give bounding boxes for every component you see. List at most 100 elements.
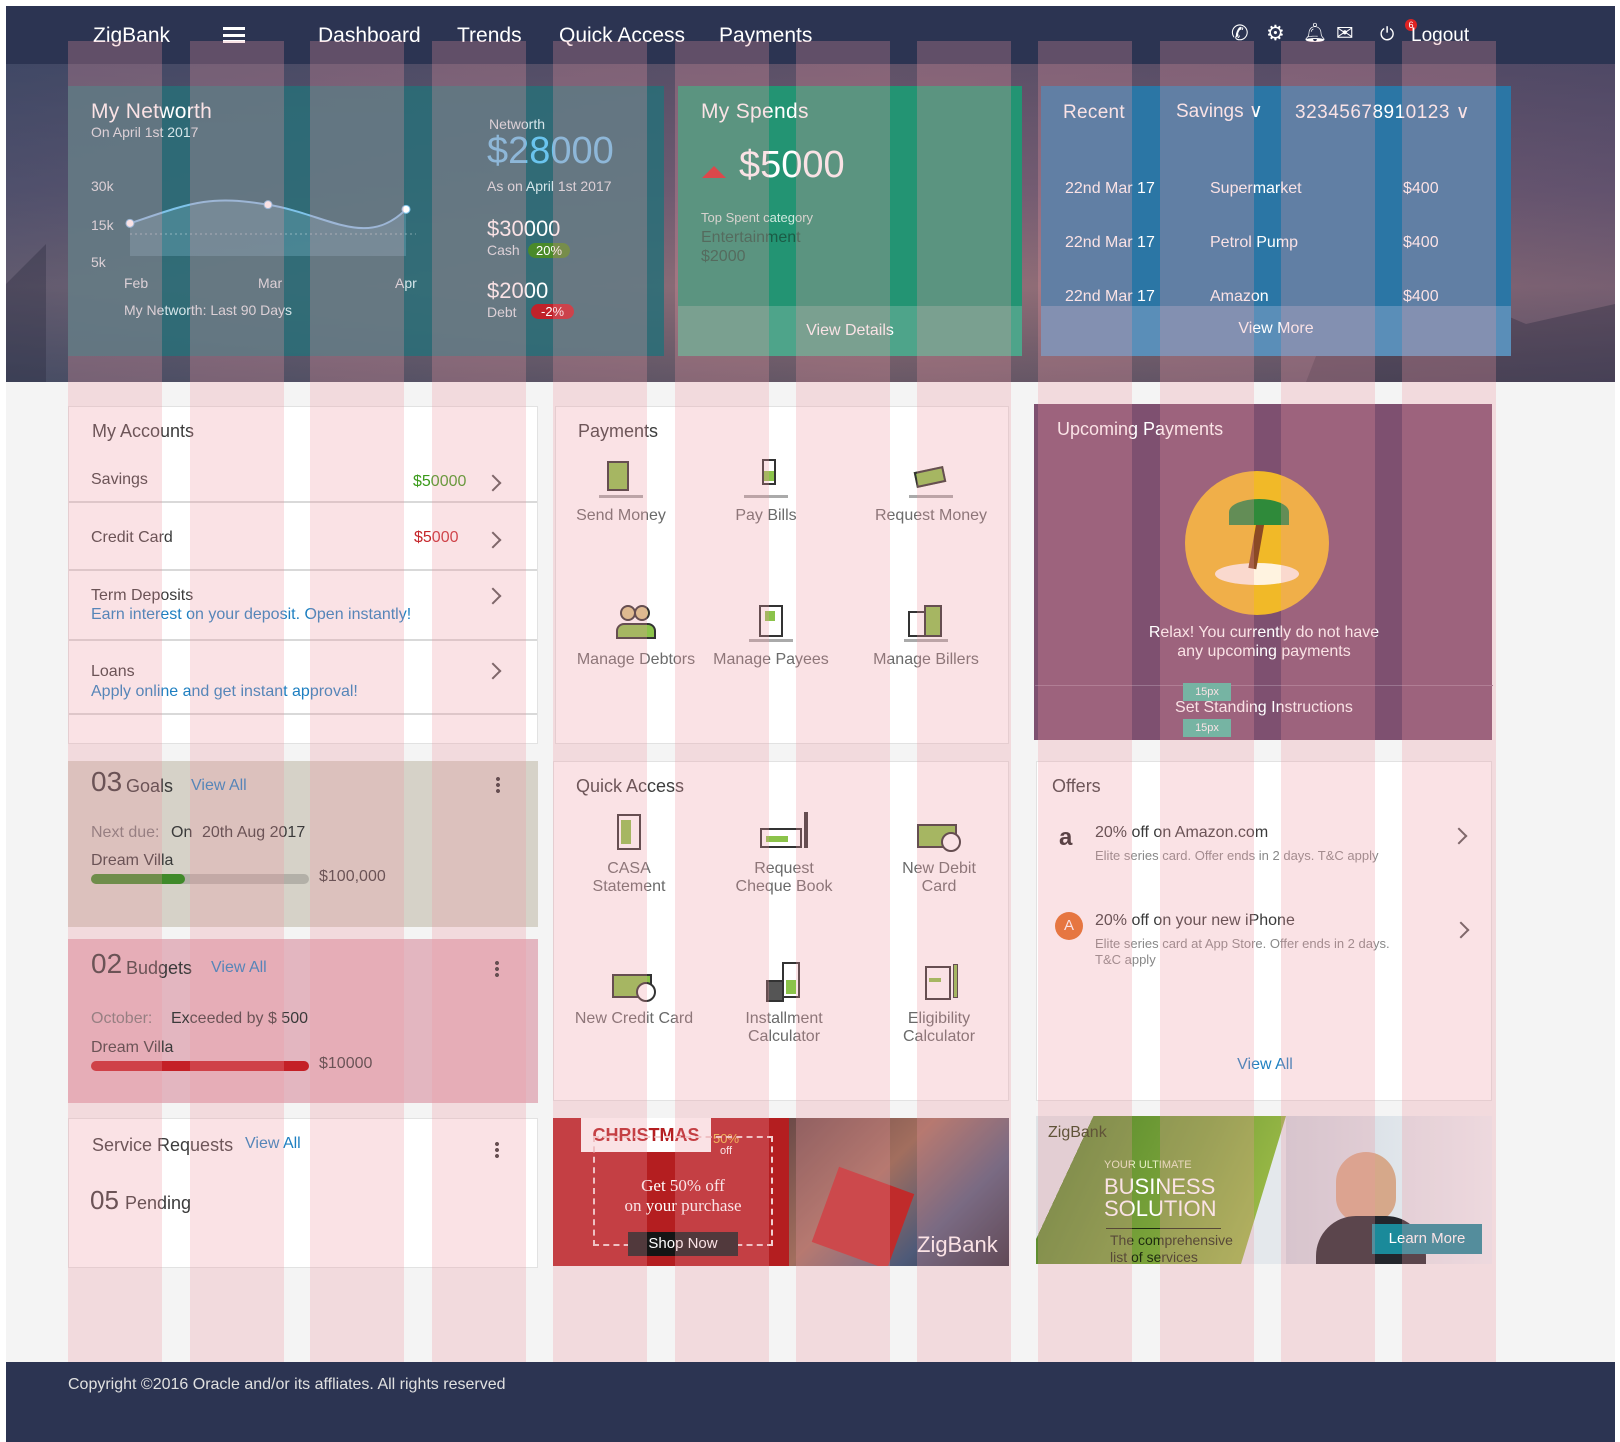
- offer-item-amazon[interactable]: a 20% off on Amazon.com Elite series car…: [1037, 818, 1493, 878]
- person-face-graphic: [1336, 1152, 1396, 1222]
- palm-island-icon: [1185, 471, 1329, 615]
- installment-calculator-tile[interactable]: Installment Calculator: [719, 962, 849, 1046]
- account-type-select[interactable]: Savings ∨: [1176, 100, 1263, 123]
- offers-title: Offers: [1052, 776, 1101, 796]
- calculator-icon: [760, 962, 808, 1006]
- subtext-line-2: list of services: [1110, 1249, 1198, 1264]
- gear-icon[interactable]: ⚙: [1266, 23, 1285, 45]
- x-tick-mar: Mar: [258, 275, 283, 291]
- tile-label: Calculator: [902, 1028, 976, 1045]
- subtext-line-1: The comprehensive: [1110, 1232, 1233, 1248]
- list-item[interactable]: 22nd Mar 17 Petrol Pump $400: [1065, 216, 1485, 270]
- account-row-savings[interactable]: Savings $50000: [69, 455, 537, 503]
- banner-brand: ZigBank: [917, 1232, 998, 1257]
- pay-bills-tile[interactable]: Pay Bills: [711, 459, 821, 525]
- list-item[interactable]: 22nd Mar 17 Supermarket $400: [1065, 162, 1485, 216]
- budget-month: October:: [91, 1010, 153, 1027]
- shop-now-button[interactable]: Shop Now: [628, 1232, 738, 1256]
- manage-billers-icon: [902, 603, 950, 647]
- upcoming-payments-card: Upcoming Payments Relax! You currently d…: [1034, 404, 1493, 740]
- recent-title: Recent: [1063, 102, 1126, 123]
- request-money-icon: [907, 459, 955, 503]
- bell-icon[interactable]: 🔔︎: [1303, 23, 1327, 45]
- send-money-tile[interactable]: Send Money: [566, 459, 676, 525]
- headline-line-1: YOUR ULTIMATE: [1104, 1159, 1192, 1171]
- logout-link[interactable]: Logout: [1411, 25, 1469, 47]
- set-standing-instructions-link[interactable]: Set Standing Instructions: [1035, 699, 1493, 717]
- y-tick-30k: 30k: [91, 178, 114, 194]
- chevron-down-icon: ∨: [1455, 102, 1471, 123]
- account-name: Savings: [91, 471, 148, 488]
- budget-status: Exceeded by $ 500: [171, 1010, 308, 1027]
- phone-icon[interactable]: ✆: [1231, 23, 1249, 45]
- data-point[interactable]: [125, 218, 135, 228]
- more-options-icon[interactable]: [495, 1141, 499, 1159]
- chart-caption: My Networth: Last 90 Days: [124, 302, 293, 318]
- headline-line-2: BUSINESS: [1104, 1174, 1216, 1199]
- account-row-credit-card[interactable]: Credit Card $5000: [69, 505, 537, 571]
- more-options-icon[interactable]: [495, 960, 499, 978]
- menu-icon[interactable]: [223, 27, 245, 43]
- learn-more-button[interactable]: Learn More: [1372, 1224, 1482, 1254]
- casa-statement-tile[interactable]: CASA Statement: [569, 812, 689, 896]
- chevron-right-icon: [1450, 827, 1468, 845]
- headline-line-3: SOLUTION: [1104, 1196, 1217, 1221]
- request-cheque-book-tile[interactable]: Request Cheque Book: [719, 812, 849, 896]
- account-row-term-deposits[interactable]: Term Deposits Earn interest on your depo…: [69, 573, 537, 641]
- quick-access-card: Quick Access CASA Statement Request Cheque…: [553, 761, 1009, 1101]
- goal-amount: $100,000: [319, 868, 386, 885]
- nav-trends[interactable]: Trends: [457, 24, 522, 48]
- chevron-right-icon: [484, 474, 502, 492]
- service-title: Service Requests: [92, 1135, 234, 1155]
- eligibility-calculator-tile[interactable]: Eligibility Calculator: [879, 962, 999, 1046]
- cash-pct-badge: 20%: [528, 243, 571, 258]
- spacing-marker: 15px: [1183, 683, 1231, 701]
- manage-payees-tile[interactable]: Manage Payees: [706, 603, 836, 669]
- power-icon[interactable]: ⏻: [1380, 23, 1394, 45]
- x-tick-apr: Apr: [395, 275, 417, 291]
- account-number-select[interactable]: 32345678910123 ∨: [1295, 101, 1470, 124]
- tile-label: Manage Debtors: [576, 651, 696, 668]
- manage-billers-tile[interactable]: Manage Billers: [861, 603, 991, 669]
- mail-icon[interactable]: ✉: [1336, 23, 1354, 45]
- tx-date: 22nd Mar 17: [1065, 288, 1155, 305]
- service-requests-card: Service Requests View All 05 Pending: [68, 1118, 538, 1268]
- chevron-down-icon: ∨: [1248, 101, 1263, 122]
- cash-label: Cash: [487, 242, 520, 258]
- manage-debtors-tile[interactable]: Manage Debtors: [566, 603, 706, 669]
- loans-link[interactable]: Apply online and get instant approval!: [91, 683, 358, 701]
- budgets-view-all[interactable]: View All: [211, 959, 267, 977]
- christmas-banner[interactable]: CHRISTMAS 50% off Get 50% off on your purc…: [553, 1118, 1009, 1266]
- upcoming-title: Upcoming Payments: [1057, 419, 1224, 439]
- new-credit-card-tile[interactable]: New Credit Card: [564, 962, 704, 1028]
- request-money-tile[interactable]: Request Money: [861, 459, 1001, 525]
- goal-progress-track: [91, 874, 309, 884]
- budget-progress-track: [91, 1061, 309, 1071]
- recent-card: Recent Savings ∨ 32345678910123 ∨ 22nd M…: [1041, 86, 1511, 356]
- service-view-all[interactable]: View All: [245, 1135, 301, 1153]
- term-deposit-link[interactable]: Earn interest on your deposit. Open inst…: [91, 606, 411, 624]
- account-row-loans[interactable]: Loans Apply online and get instant appro…: [69, 643, 537, 715]
- brand-logo[interactable]: ZigBank: [93, 24, 170, 48]
- view-details-button[interactable]: View Details: [678, 306, 1022, 356]
- data-point[interactable]: [263, 200, 273, 210]
- budgets-label: Budgets: [126, 958, 193, 978]
- data-point[interactable]: [401, 204, 411, 214]
- eligibility-icon: [915, 962, 963, 1006]
- networth-title: My Networth: [91, 100, 213, 123]
- view-more-button[interactable]: View More: [1041, 306, 1511, 356]
- upcoming-message: Relax! You currently do not have any upco…: [1035, 623, 1493, 661]
- business-banner[interactable]: ZigBank YOUR ULTIMATE BUSINESS SOLUTION Th…: [1036, 1116, 1492, 1264]
- new-debit-card-tile[interactable]: New Debit Card: [879, 812, 999, 896]
- pay-bills-icon: [742, 459, 790, 503]
- service-pending-label: Pending: [125, 1193, 192, 1213]
- offer-item-iphone[interactable]: A 20% off on your new iPhone Elite serie…: [1037, 908, 1493, 978]
- nav-payments[interactable]: Payments: [719, 24, 812, 48]
- goals-view-all[interactable]: View All: [191, 777, 247, 795]
- more-options-icon[interactable]: [496, 776, 500, 794]
- nav-dashboard[interactable]: Dashboard: [318, 24, 421, 48]
- offer-title: 20% off on Amazon.com: [1095, 824, 1269, 841]
- offers-view-all[interactable]: View All: [1037, 1056, 1493, 1074]
- payments-title: Payments: [578, 421, 659, 441]
- nav-quick-access[interactable]: Quick Access: [559, 24, 685, 48]
